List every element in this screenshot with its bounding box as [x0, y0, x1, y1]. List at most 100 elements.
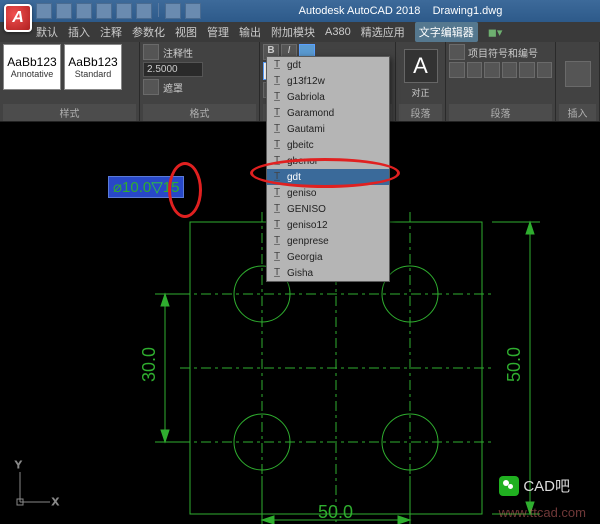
font-type-icon: T̲: [271, 187, 283, 199]
panel-style: AaBb123 Annotative AaBb123 Standard 样式: [0, 42, 140, 121]
mask-icon[interactable]: [143, 79, 159, 95]
svg-text:X: X: [52, 497, 59, 508]
panel-insert: 插入: [556, 42, 600, 121]
font-option[interactable]: T̲Gabriola: [267, 89, 389, 105]
doc-title: Drawing1.dwg: [433, 5, 503, 17]
font-option[interactable]: T̲ geniso12: [267, 217, 389, 233]
panel-title: 样式: [3, 104, 136, 121]
font-option-label: geniso12: [287, 220, 328, 231]
font-type-icon: T̲: [271, 219, 283, 231]
ribbon-tabs: 默认 插入 注释 参数化 视图 管理 输出 附加模块 A380 精选应用 文字编…: [0, 22, 600, 42]
text-style-annotative[interactable]: AaBb123 Annotative: [3, 44, 61, 90]
style-preview: AaBb123: [68, 55, 117, 69]
font-option[interactable]: T̲genprese: [267, 233, 389, 249]
panel-paragraph: 项目符号和编号 段落: [446, 42, 556, 121]
font-option-label: genprese: [287, 236, 329, 247]
svg-text:Y: Y: [15, 460, 22, 471]
dim-text: 50.0: [504, 347, 524, 382]
title-bar: Autodesk AutoCAD 2018 Drawing1.dwg: [0, 0, 600, 22]
tab-expand-icon[interactable]: ◼▾: [488, 26, 503, 39]
qat-button[interactable]: [96, 3, 112, 19]
tab[interactable]: 视图: [175, 24, 197, 40]
panel-title: 段落: [399, 104, 442, 121]
tab[interactable]: 插入: [68, 24, 90, 40]
dim-text: 50.0: [318, 502, 353, 522]
tab[interactable]: 管理: [207, 24, 229, 40]
panel-title: 插入: [559, 104, 596, 121]
text-style-standard[interactable]: AaBb123 Standard: [64, 44, 122, 90]
separator: [158, 3, 159, 17]
text-height-input[interactable]: 2.5000: [143, 62, 203, 77]
wechat-icon: [499, 476, 519, 496]
align-button[interactable]: [484, 62, 500, 78]
font-type-icon: T̲: [271, 251, 283, 263]
qat-button[interactable]: [76, 3, 92, 19]
qat-button[interactable]: [56, 3, 72, 19]
tab-active[interactable]: 文字编辑器: [415, 22, 478, 42]
justify-button[interactable]: A: [404, 49, 438, 83]
highlight-ring: [250, 158, 400, 188]
font-option[interactable]: T̲g13f12w: [267, 73, 389, 89]
font-option[interactable]: T̲ GENISO: [267, 201, 389, 217]
font-option-label: geniso: [287, 188, 316, 199]
qat-button[interactable]: [116, 3, 132, 19]
font-type-icon: T̲: [271, 203, 283, 215]
font-option-label: g13f12w: [287, 76, 325, 87]
font-option[interactable]: T̲Gisha: [267, 265, 389, 281]
font-type-icon: T̲: [271, 91, 283, 103]
tab[interactable]: 默认: [36, 24, 58, 40]
highlight-ring: [168, 162, 202, 218]
tab[interactable]: A380: [325, 26, 351, 38]
style-preview: AaBb123: [7, 55, 56, 69]
annotative-icon[interactable]: [143, 44, 159, 60]
font-type-icon: T̲: [271, 123, 283, 135]
font-option[interactable]: T̲ Garamond: [267, 105, 389, 121]
editor-diameter: ⌀10.0: [113, 178, 151, 196]
font-type-icon: T̲: [271, 139, 283, 151]
watermark-brand: CAD吧: [499, 475, 570, 496]
font-type-icon: T̲: [271, 59, 283, 71]
qat-button[interactable]: [185, 3, 201, 19]
font-type-icon: T̲: [271, 107, 283, 119]
tab[interactable]: 注释: [100, 24, 122, 40]
watermark-brand-text: CAD吧: [523, 475, 570, 496]
font-option[interactable]: T̲ Georgia: [267, 249, 389, 265]
panel-justify: A 对正 段落: [396, 42, 446, 121]
font-option-label: Garamond: [287, 108, 334, 119]
font-option-label: GENISO: [287, 204, 326, 215]
watermark-site: www.ttcad.com: [499, 505, 586, 520]
app-title: Autodesk AutoCAD 2018: [299, 5, 421, 17]
qat-button[interactable]: [36, 3, 52, 19]
qat-button[interactable]: [136, 3, 152, 19]
field-button[interactable]: [565, 61, 591, 87]
mask-label: 遮罩: [163, 80, 183, 95]
font-option[interactable]: T̲ gdt: [267, 57, 389, 73]
font-option-label: gbeitc: [287, 140, 314, 151]
align-button[interactable]: [449, 62, 465, 78]
bullets-icon[interactable]: [449, 44, 465, 60]
quick-access-toolbar: [36, 3, 201, 19]
align-button[interactable]: [537, 62, 553, 78]
align-button[interactable]: [467, 62, 483, 78]
panel-title: 格式: [143, 104, 256, 121]
font-option[interactable]: T̲ Gautami: [267, 121, 389, 137]
align-button[interactable]: [502, 62, 518, 78]
editor-cursor-icon: ▽: [151, 178, 163, 196]
font-option-label: Gautami: [287, 124, 325, 135]
autocad-app-icon[interactable]: A: [4, 4, 32, 32]
font-option[interactable]: T̲ gbeitc: [267, 137, 389, 153]
qat-button[interactable]: [165, 3, 181, 19]
tab[interactable]: 精选应用: [361, 24, 405, 40]
tab[interactable]: 附加模块: [271, 24, 315, 40]
bullets-label: 项目符号和编号: [468, 45, 538, 60]
tab[interactable]: 参数化: [132, 24, 165, 40]
panel-format: 注释性 2.5000 遮罩 格式: [140, 42, 260, 121]
window-title: Autodesk AutoCAD 2018 Drawing1.dwg: [201, 5, 600, 17]
font-type-icon: T̲: [271, 267, 283, 279]
font-option-label: gdt: [287, 60, 301, 71]
font-option-label: Georgia: [287, 252, 323, 263]
panel-title: 段落: [449, 104, 552, 121]
align-button[interactable]: [519, 62, 535, 78]
tab[interactable]: 输出: [239, 24, 261, 40]
style-name: Annotative: [11, 69, 54, 79]
